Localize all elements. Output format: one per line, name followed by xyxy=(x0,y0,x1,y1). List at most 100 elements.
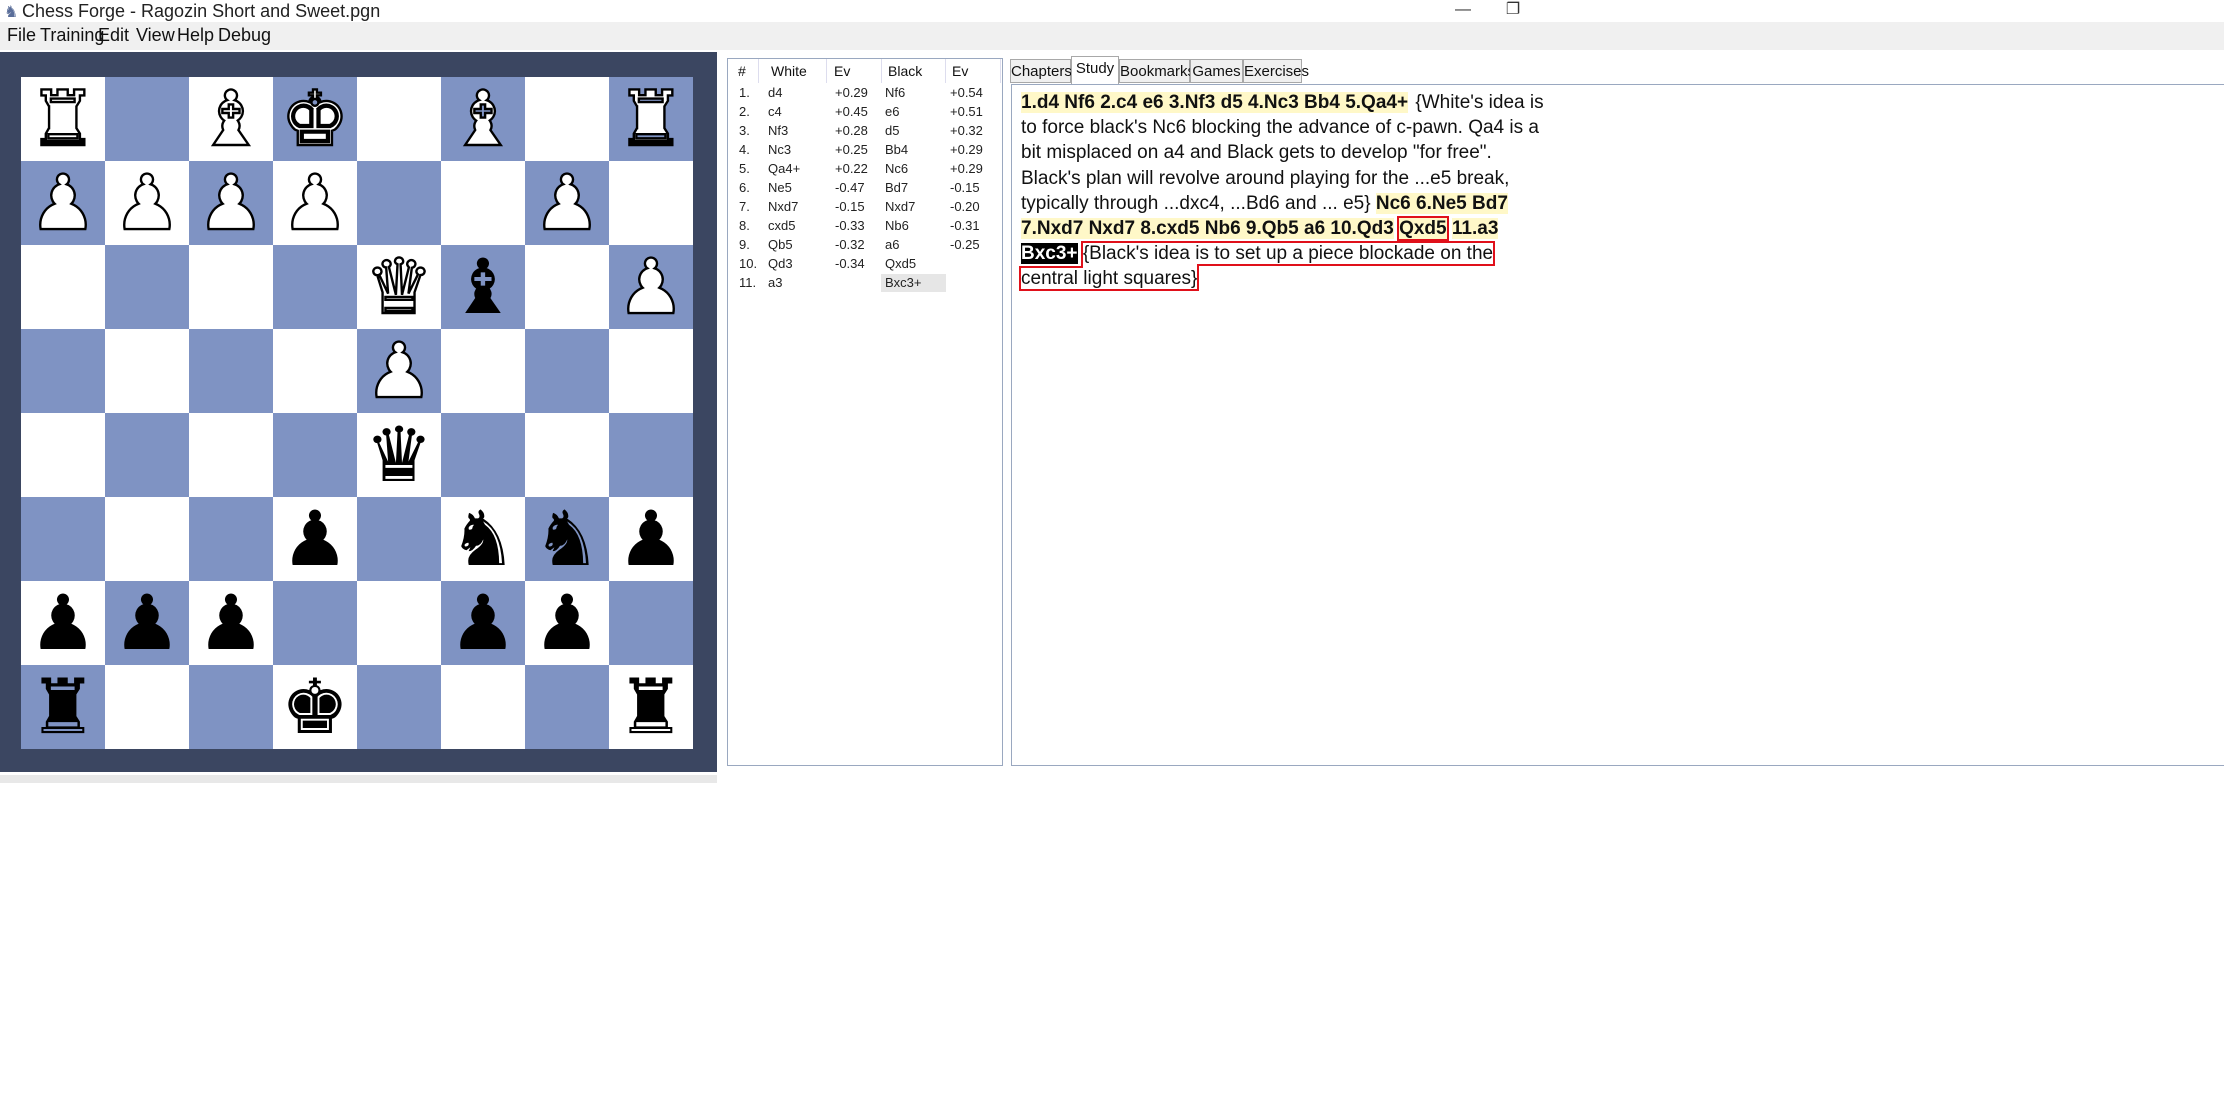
move-cell-black[interactable]: Nf6 xyxy=(885,85,905,100)
menu-debug[interactable]: Debug xyxy=(218,25,271,46)
move-cell-white[interactable]: a3 xyxy=(768,275,782,290)
square[interactable]: ♚ xyxy=(273,665,357,749)
square[interactable]: ♟ xyxy=(525,581,609,665)
move-cell-white[interactable]: Qd3 xyxy=(768,256,793,271)
menu-training[interactable]: Training xyxy=(40,25,104,46)
square[interactable] xyxy=(105,245,189,329)
study-comment-2[interactable]: {Black's idea is to set up a piece block… xyxy=(1018,241,1496,292)
square[interactable] xyxy=(105,329,189,413)
square[interactable]: ♟ xyxy=(105,159,189,246)
move-cell-black[interactable]: Qxd5 xyxy=(885,256,916,271)
menu-help[interactable]: Help xyxy=(177,25,214,46)
menu-edit[interactable]: Edit xyxy=(98,25,129,46)
square[interactable] xyxy=(189,665,273,749)
square[interactable]: ♟ xyxy=(189,159,273,246)
square[interactable] xyxy=(21,497,105,581)
square[interactable] xyxy=(441,329,525,413)
square[interactable]: ♞ xyxy=(525,497,609,581)
square[interactable] xyxy=(273,329,357,413)
black-rook-icon[interactable]: ♜ xyxy=(609,665,693,749)
white-queen-icon[interactable]: ♛ xyxy=(357,243,441,329)
square[interactable]: ♜ xyxy=(609,665,693,749)
move-cell-white[interactable]: Nf3 xyxy=(768,123,788,138)
move-cell-white[interactable]: Qb5 xyxy=(768,237,793,252)
black-pawn-icon[interactable]: ♟ xyxy=(21,581,105,665)
move-cell-white[interactable]: Nxd7 xyxy=(768,199,798,214)
restore-icon[interactable]: ❐ xyxy=(1490,0,1536,22)
square[interactable] xyxy=(105,497,189,581)
square[interactable]: ♝ xyxy=(189,75,273,162)
square[interactable] xyxy=(273,413,357,497)
black-pawn-icon[interactable]: ♟ xyxy=(609,497,693,581)
square[interactable]: ♛ xyxy=(357,243,441,330)
square[interactable] xyxy=(189,329,273,413)
square[interactable]: ♟ xyxy=(357,327,441,414)
square[interactable] xyxy=(525,413,609,497)
black-bishop-icon[interactable]: ♝ xyxy=(441,245,525,329)
move-cell-white[interactable]: d4 xyxy=(768,85,782,100)
square[interactable]: ♞ xyxy=(441,497,525,581)
black-pawn-icon[interactable]: ♟ xyxy=(105,581,189,665)
move-cell-black[interactable]: Nb6 xyxy=(885,218,909,233)
square[interactable]: ♝ xyxy=(441,245,525,329)
white-rook-icon[interactable]: ♜ xyxy=(21,75,105,161)
square[interactable]: ♟ xyxy=(525,159,609,246)
square[interactable]: ♟ xyxy=(105,581,189,665)
square[interactable]: ♟ xyxy=(21,159,105,246)
move-cell-black[interactable]: Nxd7 xyxy=(885,199,915,214)
square[interactable]: ♜ xyxy=(21,75,105,162)
square[interactable]: ♟ xyxy=(21,581,105,665)
square[interactable]: ♛ xyxy=(357,413,441,497)
square[interactable] xyxy=(105,77,189,161)
square[interactable] xyxy=(21,245,105,329)
square[interactable]: ♜ xyxy=(609,75,693,162)
move-cell-black[interactable]: Bxc3+ xyxy=(885,275,922,290)
square[interactable] xyxy=(189,497,273,581)
square[interactable] xyxy=(357,665,441,749)
square[interactable] xyxy=(105,665,189,749)
black-knight-icon[interactable]: ♞ xyxy=(441,497,525,581)
study-view[interactable]: 1.d4 Nf6 2.c4 e6 3.Nf3 d5 4.Nc3 Bb4 5.Qa… xyxy=(1011,84,2224,766)
move-cell-white[interactable]: c4 xyxy=(768,104,782,119)
square[interactable] xyxy=(609,413,693,497)
square[interactable] xyxy=(609,329,693,413)
white-pawn-icon[interactable]: ♟ xyxy=(357,327,441,413)
move-cell-white[interactable]: Nc3 xyxy=(768,142,791,157)
square[interactable] xyxy=(189,245,273,329)
study-move-qxd5[interactable]: Qxd5 xyxy=(1397,216,1449,242)
black-rook-icon[interactable]: ♜ xyxy=(21,665,105,749)
square[interactable] xyxy=(105,413,189,497)
square[interactable] xyxy=(357,497,441,581)
study-current-move[interactable]: Bxc3+ xyxy=(1021,243,1078,265)
square[interactable] xyxy=(357,77,441,161)
black-pawn-icon[interactable]: ♟ xyxy=(273,497,357,581)
square[interactable] xyxy=(609,581,693,665)
white-pawn-icon[interactable]: ♟ xyxy=(525,159,609,245)
tab-bookmarks[interactable]: Bookmarks xyxy=(1119,59,1195,83)
black-pawn-icon[interactable]: ♟ xyxy=(525,581,609,665)
white-bishop-icon[interactable]: ♝ xyxy=(189,75,273,161)
square[interactable]: ♟ xyxy=(273,159,357,246)
square[interactable] xyxy=(273,581,357,665)
square[interactable] xyxy=(189,413,273,497)
black-pawn-icon[interactable]: ♟ xyxy=(441,581,525,665)
square[interactable] xyxy=(273,245,357,329)
move-cell-black[interactable]: a6 xyxy=(885,237,899,252)
square[interactable] xyxy=(357,581,441,665)
square[interactable] xyxy=(525,77,609,161)
square[interactable]: ♟ xyxy=(609,497,693,581)
tab-study[interactable]: Study xyxy=(1071,56,1119,84)
square[interactable] xyxy=(441,161,525,245)
square[interactable] xyxy=(21,329,105,413)
minimize-icon[interactable]: — xyxy=(1440,0,1486,22)
white-pawn-icon[interactable]: ♟ xyxy=(105,159,189,245)
chess-board[interactable]: ♜ ♝ ♚ ♝ ♜ ♟ ♟ ♟ ♟ ♟ ♛ ♝ ♟ ♟ ♛ ♟ ♞ ♞ ♟ ♟ ♟ ♟ ♟ ♟ ♜ ♚ ♜ xyxy=(21,75,693,749)
move-cell-black[interactable]: e6 xyxy=(885,104,899,119)
menu-view[interactable]: View xyxy=(136,25,175,46)
square[interactable] xyxy=(525,329,609,413)
white-pawn-icon[interactable]: ♟ xyxy=(273,159,357,245)
study-move-a3[interactable]: 11.a3 xyxy=(1451,218,1499,240)
move-cell-black[interactable]: d5 xyxy=(885,123,899,138)
white-bishop-icon[interactable]: ♝ xyxy=(441,75,525,161)
square[interactable]: ♟ xyxy=(189,581,273,665)
